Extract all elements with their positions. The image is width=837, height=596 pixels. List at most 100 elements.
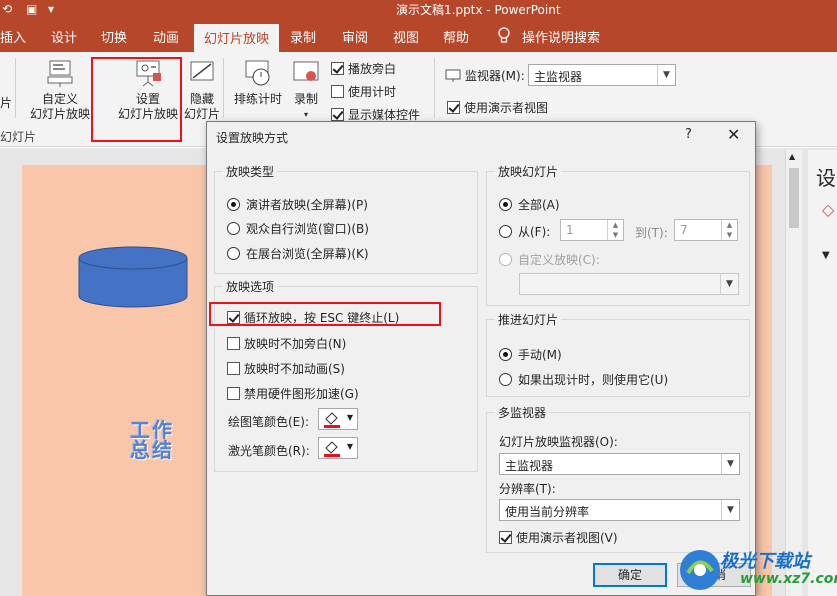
radio-from-slide-label: 从(F): [518,225,551,239]
resolution-select[interactable]: 使用当前分辨率 ▼ [499,499,740,521]
help-search[interactable]: 操作说明搜索 [522,27,600,46]
slideshow-monitor-value: 主监视器 [505,459,554,473]
show-media-controls-checkbox[interactable] [331,108,344,121]
play-narrations-checkbox[interactable] [331,62,344,75]
spinner-arrows-icon[interactable]: ▲ ▼ [607,220,623,240]
radio-browsed-window[interactable]: 观众自行浏览(窗口)(B) [227,220,369,237]
radio-from-slide-dot[interactable] [499,225,512,238]
ribbon-presenter-view-label: 使用演示者视图 [464,101,549,115]
slideshow-monitor-select[interactable]: 主监视器 ▼ [499,453,740,475]
chevron-down-icon[interactable]: ▼ [720,274,738,294]
fill-icon[interactable]: ◇ [822,200,834,219]
ribbon-presenter-view-checkbox[interactable] [447,101,460,114]
tab-record[interactable]: 录制 [290,27,316,46]
show-slides-title: 放映幻灯片 [495,163,562,180]
radio-use-timings[interactable]: 如果出现计时，则使用它(U) [499,371,668,388]
tab-view[interactable]: 视图 [393,27,419,46]
no-animation-checkbox[interactable] [227,362,240,375]
laser-color-picker[interactable]: ▼ [318,437,358,459]
to-slide-value: 7 [680,223,688,237]
pen-color-picker[interactable]: ▼ [318,408,358,430]
no-animation-check[interactable]: 放映时不加动画(S) [227,360,345,377]
radio-kiosk-dot[interactable] [227,247,240,260]
cylinder-shape[interactable] [78,246,188,310]
no-narration-check[interactable]: 放映时不加旁白(N) [227,335,346,352]
format-side-panel: 设 ◇ ▼ [808,150,837,596]
dialog-close-button[interactable]: ✕ [727,125,740,144]
to-slide-label: 到(T): [635,226,668,240]
radio-custom-show-label: 自定义放映(C): [518,253,600,267]
paint-bucket-icon [324,412,340,428]
chevron-down-icon[interactable]: ▼ [721,454,739,474]
custom-show-label: 自定义 幻灯片放映 [29,92,90,121]
radio-browsed-window-dot[interactable] [227,222,240,235]
hide-slide-button[interactable]: 隐藏 幻灯片 [182,58,222,122]
scroll-up-icon[interactable]: ▲ [789,152,795,161]
radio-use-timings-dot[interactable] [499,373,512,386]
record-dropdown-icon[interactable]: ▾ [288,107,324,122]
multi-monitor-title: 多监视器 [495,404,550,421]
start-from-beginning-icon[interactable]: ▣ [26,2,37,16]
no-narration-label: 放映时不加旁白(N) [244,337,347,351]
spinner-arrows-icon[interactable]: ▲ ▼ [721,220,737,240]
radio-all-slides-label: 全部(A) [518,198,560,212]
customize-toolbar-icon[interactable]: ▾ [48,2,54,16]
show-type-title: 放映类型 [223,163,278,180]
use-timings-checkbox[interactable] [331,85,344,98]
custom-show-select[interactable]: ▼ [519,273,739,295]
ok-button[interactable]: 确定 [593,563,667,587]
radio-presenter[interactable]: 演讲者放映(全屏幕)(P) [227,196,368,213]
rehearse-timings-button[interactable]: 排练计时 [230,58,286,107]
radio-manual-dot[interactable] [499,348,512,361]
pen-color-dropdown-icon[interactable]: ▼ [347,413,353,422]
chevron-down-icon[interactable]: ▼ [721,500,739,520]
play-narrations-check[interactable]: 播放旁白 [331,60,396,77]
from-slide-spinner[interactable]: 1 ▲ ▼ [560,219,624,241]
radio-kiosk[interactable]: 在展台浏览(全屏幕)(K) [227,245,369,262]
radio-all-slides-dot[interactable] [499,198,512,211]
use-timings-check[interactable]: 使用计时 [331,83,396,100]
undo-icon[interactable]: ⟲ [2,2,12,16]
radio-kiosk-label: 在展台浏览(全屏幕)(K) [246,247,369,261]
highlight-setup-button [91,57,182,142]
tab-review[interactable]: 审阅 [342,27,368,46]
radio-manual[interactable]: 手动(M) [499,346,562,363]
tab-transitions[interactable]: 切换 [101,27,127,46]
record-label: 录制 [293,92,318,106]
window-title: 演示文稿1.pptx - PowerPoint [396,3,561,17]
tab-help[interactable]: 帮助 [443,27,469,46]
radio-presenter-dot[interactable] [227,198,240,211]
scroll-thumb[interactable] [789,168,799,228]
radio-manual-label: 手动(M) [518,348,562,362]
radio-from-slide[interactable]: 从(F): [499,223,550,240]
advance-slides-group: 推进幻灯片 手动(M) 如果出现计时，则使用它(U) [486,311,750,397]
to-slide-spinner[interactable]: 7 ▲ ▼ [674,219,738,241]
disable-hw-accel-checkbox[interactable] [227,387,240,400]
ribbon-presenter-view-check[interactable]: 使用演示者视图 [447,99,548,116]
show-type-group: 放映类型 演讲者放映(全屏幕)(P) 观众自行浏览(窗口)(B) 在展台浏览(全… [214,163,478,274]
presenter-view-checkbox[interactable] [499,531,512,544]
dialog-help-button[interactable]: ? [685,127,692,142]
chevron-down-icon[interactable]: ▼ [657,65,675,85]
radio-all-slides[interactable]: 全部(A) [499,196,560,213]
tab-insert[interactable]: 插入 [0,27,26,46]
tab-design[interactable]: 设计 [51,27,77,46]
no-narration-checkbox[interactable] [227,337,240,350]
watermark-url: www.xz7.com [740,571,837,587]
radio-presenter-label: 演讲者放映(全屏幕)(P) [246,198,368,212]
disable-hw-accel-check[interactable]: 禁用硬件图形加速(G) [227,385,359,402]
tab-slideshow[interactable]: 幻灯片放映 [194,24,280,52]
disable-hw-accel-label: 禁用硬件图形加速(G) [244,387,359,401]
panel-chevron-icon[interactable]: ▼ [822,250,830,261]
laser-color-dropdown-icon[interactable]: ▼ [347,442,353,451]
radio-custom-show-dot[interactable] [499,253,512,266]
tab-animations[interactable]: 动画 [153,27,179,46]
radio-custom-show[interactable]: 自定义放映(C): [499,251,600,268]
wordart-text[interactable]: 工作 总结 [130,420,174,460]
pen-color-label: 绘图笔颜色(E): [228,415,309,429]
custom-show-button[interactable]: 自定义 幻灯片放映 [24,58,96,122]
presenter-view-check[interactable]: 使用演示者视图(V) [499,529,618,546]
record-button[interactable]: 录制 ▾ [288,58,324,122]
ribbon-monitor-select[interactable]: 主监视器 ▼ [528,64,676,86]
vertical-scrollbar[interactable]: ▲ [785,150,802,596]
